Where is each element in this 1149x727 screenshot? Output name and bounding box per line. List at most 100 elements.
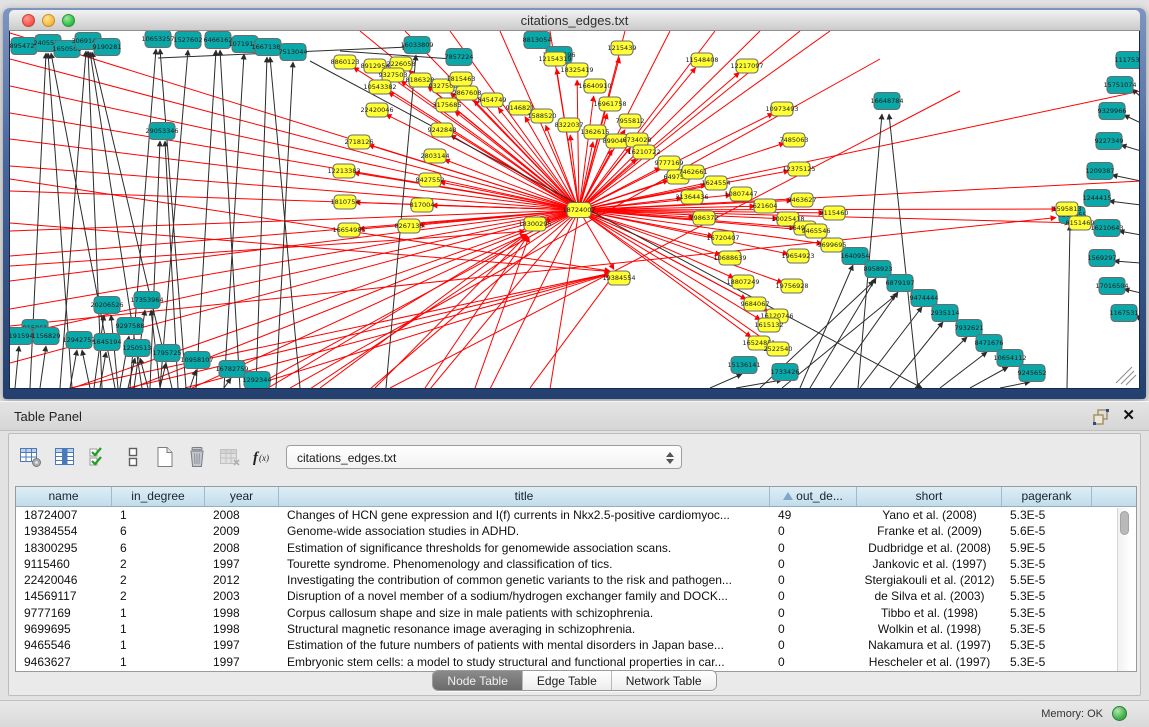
graph-node[interactable]: 1733426: [771, 364, 800, 381]
new-column-icon[interactable]: [151, 444, 179, 470]
graph-node[interactable]: 18325419: [560, 63, 593, 77]
delete-table-icon[interactable]: [216, 444, 244, 470]
row-selection-icon[interactable]: [85, 444, 113, 470]
graph-node[interactable]: 8958923: [864, 261, 893, 278]
graph-node[interactable]: 9297588: [116, 318, 145, 335]
graph-node[interactable]: 29053346: [145, 123, 178, 140]
graph-node[interactable]: 12213383: [327, 164, 360, 178]
graph-node[interactable]: 1117534: [1115, 52, 1140, 69]
graph-node[interactable]: 1588520: [528, 109, 557, 123]
graph-node[interactable]: 19654923: [781, 249, 814, 263]
graph-node[interactable]: 16640910: [578, 79, 611, 93]
graph-node[interactable]: 3175685: [433, 98, 462, 112]
graph-node[interactable]: 8454749: [478, 93, 507, 107]
graph-node[interactable]: 9245652: [1018, 365, 1047, 382]
graph-node[interactable]: 16210643: [1090, 220, 1123, 237]
graph-node[interactable]: 817004: [410, 198, 435, 212]
column-header-out-de-[interactable]: out_de...: [770, 487, 857, 506]
graph-node[interactable]: 1569297: [1088, 250, 1117, 267]
table-row[interactable]: 1872400712008Changes of HCN gene express…: [16, 507, 1136, 523]
graph-node[interactable]: 2935114: [931, 305, 960, 322]
column-header-in-degree[interactable]: in_degree: [112, 487, 205, 506]
table-row[interactable]: 911546021997Tourette syndrome. Phenomeno…: [16, 556, 1136, 572]
graph-node[interactable]: 2522540: [764, 342, 793, 356]
graph-node[interactable]: 16961758: [593, 97, 626, 111]
graph-node[interactable]: 15751074: [1103, 77, 1136, 94]
graph-node[interactable]: 18724007: [562, 203, 595, 218]
table-row[interactable]: 1830029562008Estimation of significance …: [16, 540, 1136, 556]
graph-node[interactable]: 8860123: [331, 55, 360, 69]
graph-node[interactable]: 8267130: [395, 219, 424, 233]
graph-node[interactable]: 22420046: [360, 103, 393, 117]
table-scrollbar[interactable]: [1117, 508, 1131, 671]
graph-node[interactable]: 20206526: [90, 297, 123, 314]
graph-node[interactable]: 1167531: [1110, 305, 1139, 322]
graph-node[interactable]: 1156829: [32, 328, 61, 345]
graph-node[interactable]: 7955812: [616, 114, 645, 128]
graph-node[interactable]: 1810754: [331, 195, 360, 209]
graph-node[interactable]: 9463627: [788, 193, 817, 207]
graph-node[interactable]: 15136141: [727, 357, 760, 374]
graph-node[interactable]: 12942757: [62, 332, 95, 349]
graph-node[interactable]: 1795725: [153, 345, 182, 362]
graph-node[interactable]: 17016504: [1095, 278, 1128, 295]
column-header-year[interactable]: year: [205, 487, 279, 506]
table-row[interactable]: 1456911722003Disruption of a novel membe…: [16, 588, 1136, 604]
graph-node[interactable]: 9699695: [818, 238, 847, 252]
window-titlebar[interactable]: citations_edges.txt: [9, 10, 1140, 31]
graph-node[interactable]: 1244415: [1083, 190, 1112, 207]
graph-node[interactable]: 2803144: [421, 149, 450, 163]
graph-node[interactable]: 1209387: [1086, 163, 1115, 180]
column-visibility-icon[interactable]: [51, 444, 79, 470]
graph-node[interactable]: 21364436: [675, 190, 708, 204]
graph-node[interactable]: 7857224: [445, 49, 474, 66]
graph-node[interactable]: 1595813: [1053, 202, 1082, 216]
table-row[interactable]: 977716911998Corpus callosum shape and si…: [16, 605, 1136, 621]
table-selector-dropdown[interactable]: citations_edges.txt: [286, 445, 682, 469]
column-header-short[interactable]: short: [857, 487, 1002, 506]
graph-node[interactable]: 9465546: [802, 224, 831, 238]
graph-node[interactable]: 10654112: [993, 350, 1026, 367]
network-canvas[interactable]: 8954721240557216505013069140691902811065…: [9, 31, 1140, 389]
table-row[interactable]: 2242004622012Investigating the contribut…: [16, 572, 1136, 588]
graph-node[interactable]: 16033809: [400, 37, 433, 54]
tab-network-table[interactable]: Network Table: [612, 671, 716, 690]
graph-node[interactable]: 9191594: [10, 328, 33, 345]
tab-edge-table[interactable]: Edge Table: [523, 671, 612, 690]
table-row[interactable]: 946554611997Estimation of the future num…: [16, 637, 1136, 653]
graph-node[interactable]: 1645194: [93, 334, 122, 351]
graph-node[interactable]: 9474444: [910, 290, 939, 307]
function-builder-icon[interactable]: f(x): [250, 444, 278, 470]
graph-node[interactable]: 1215439: [608, 41, 637, 55]
column-header-pagerank[interactable]: pagerank: [1002, 487, 1092, 506]
graph-node[interactable]: 12375125: [782, 162, 815, 176]
graph-node[interactable]: 7932621: [955, 320, 984, 337]
graph-node[interactable]: 2718126: [345, 135, 374, 149]
close-panel-icon[interactable]: ✕: [1122, 407, 1135, 425]
graph-node[interactable]: 10653257: [141, 31, 174, 48]
graph-node[interactable]: 8322037: [555, 118, 584, 132]
graph-node[interactable]: 10958107: [180, 352, 213, 369]
delete-column-icon[interactable]: [183, 444, 211, 470]
graph-node[interactable]: 1527602: [174, 32, 203, 49]
graph-node[interactable]: 16648784: [870, 93, 903, 110]
graph-node[interactable]: 12217097: [730, 59, 763, 73]
graph-node[interactable]: 1624554: [702, 176, 731, 190]
scrollbar-thumb[interactable]: [1120, 511, 1129, 535]
graph-node[interactable]: 7485063: [780, 133, 809, 147]
graph-node[interactable]: 1815463: [447, 72, 476, 86]
column-header-name[interactable]: name: [16, 487, 112, 506]
graph-node[interactable]: 17353964: [130, 292, 163, 309]
graph-node[interactable]: 19756928: [775, 279, 808, 293]
graph-node[interactable]: 7986372: [690, 211, 719, 225]
graph-node[interactable]: 1640954: [841, 248, 870, 265]
float-panel-icon[interactable]: [1093, 409, 1109, 425]
table-row[interactable]: 946362711997Embryonic stem cells: a mode…: [16, 654, 1136, 670]
graph-node[interactable]: 8813054: [523, 32, 552, 49]
graph-node[interactable]: 8471676: [975, 335, 1004, 352]
graph-node[interactable]: 9329966: [1098, 103, 1127, 120]
graph-node[interactable]: 9190281: [93, 39, 122, 56]
graph-node[interactable]: 1615132: [755, 318, 784, 332]
graph-node[interactable]: 9227349: [1095, 133, 1124, 150]
graph-node[interactable]: 9242848: [428, 123, 457, 137]
